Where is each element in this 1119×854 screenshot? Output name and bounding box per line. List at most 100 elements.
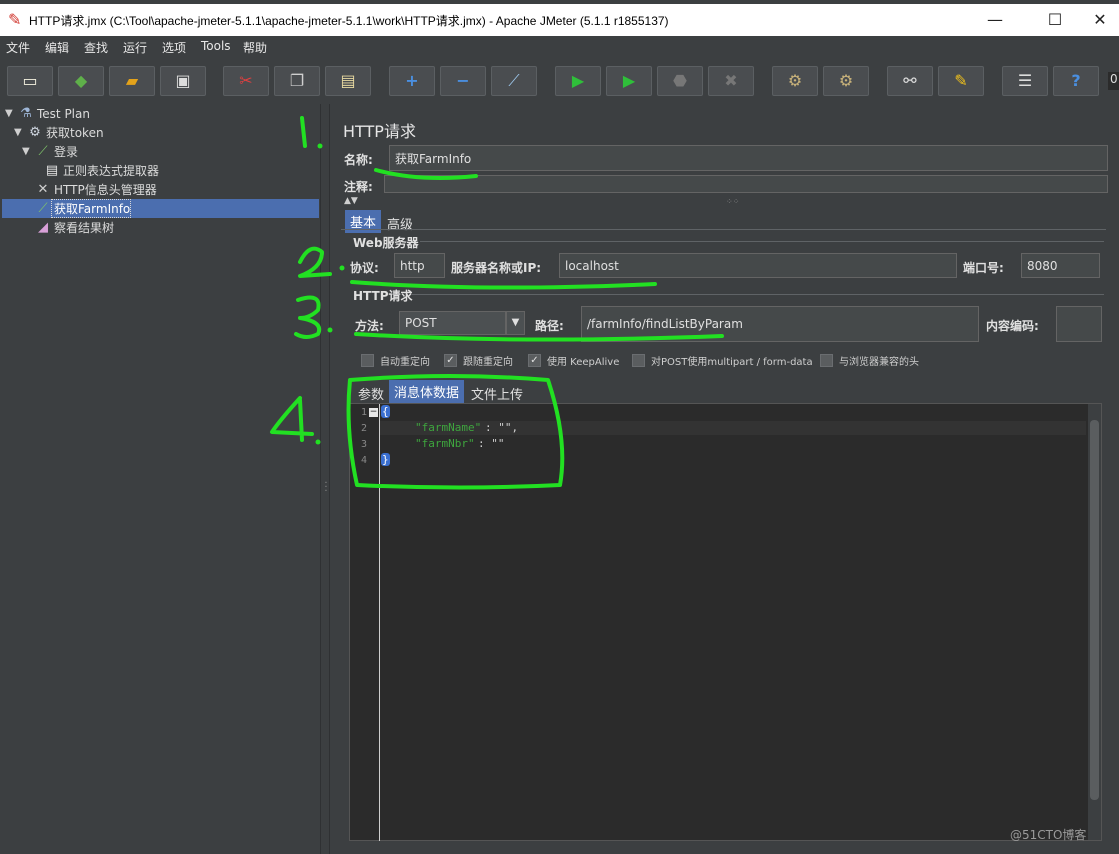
reset-search-icon: ✎ — [954, 71, 968, 90]
name-field[interactable]: 获取FarmInfo — [389, 145, 1108, 171]
search-button[interactable]: ⚯ — [887, 66, 933, 96]
reset-search-button[interactable]: ✎ — [938, 66, 984, 96]
method-select[interactable]: POST — [399, 311, 506, 335]
checkbox-box[interactable] — [632, 354, 645, 367]
protocol-label: 协议: — [350, 261, 379, 275]
minimize-button[interactable]: — — [975, 8, 1015, 32]
code-value-farmnbr: : "" — [478, 437, 505, 450]
menu-tools[interactable]: Tools — [201, 39, 231, 53]
templates-button[interactable]: ◆ — [58, 66, 104, 96]
menu-bar: 文件 编辑 查找 运行 选项 Tools 帮助 — [0, 36, 1119, 58]
tree-item-label: 登录 — [54, 145, 79, 159]
protocol-field[interactable]: http — [394, 253, 445, 278]
tree-item-label: 正则表达式提取器 — [63, 164, 160, 178]
tab-underline — [341, 229, 1106, 230]
tree-item-results-tree[interactable]: ◢ 察看结果树 — [34, 218, 304, 237]
gear-icon: ⚙ — [29, 125, 41, 140]
resize-grip-icon[interactable]: ⁘⁘ — [726, 197, 739, 206]
new-button[interactable]: ▭ — [7, 66, 53, 96]
comment-label: 注释: — [344, 180, 373, 194]
code-key-farmnbr: "farmNbr" — [415, 437, 475, 450]
checkbox-follow-redirects[interactable]: ✓ 跟随重定向 — [444, 353, 513, 368]
tab-file-upload[interactable]: 文件上传 — [466, 382, 528, 405]
server-field[interactable]: localhost — [559, 253, 957, 278]
tree-item-regex-extractor[interactable]: ▤ 正则表达式提取器 — [43, 161, 303, 180]
tab-body-data[interactable]: 消息体数据 — [389, 380, 465, 403]
checkbox-browser-headers[interactable]: 与浏览器兼容的头 — [820, 353, 919, 368]
collapse-all-button[interactable]: − — [440, 66, 486, 96]
templates-icon: ◆ — [74, 71, 88, 90]
expand-all-button[interactable]: + — [389, 66, 435, 96]
page-title: HTTP请求 — [343, 122, 416, 141]
stop-button[interactable]: ⬣ — [657, 66, 703, 96]
path-field[interactable]: /farmInfo/findListByParam — [581, 306, 979, 342]
start-button[interactable]: ▶ — [555, 66, 601, 96]
tab-parameters[interactable]: 参数 — [353, 382, 389, 405]
cut-button[interactable]: ✂ — [223, 66, 269, 96]
tree-item-get-farminfo[interactable]: ⟋ 获取FarmInfo — [2, 199, 319, 218]
menu-options[interactable]: 选项 — [162, 39, 186, 56]
chevron-down-icon[interactable]: ▼ — [506, 311, 525, 335]
open-button[interactable]: ▰ — [109, 66, 155, 96]
toggle-button[interactable]: ⟋ — [491, 66, 537, 96]
checkbox-keepalive[interactable]: ✓ 使用 KeepAlive — [528, 353, 619, 368]
collapse-arrows-icon[interactable]: ▲▼ — [344, 196, 358, 206]
menu-edit[interactable]: 编辑 — [45, 39, 69, 56]
collapse-toggle-icon[interactable]: ▼ — [22, 146, 34, 157]
save-icon: ▣ — [175, 71, 191, 90]
tree-item-login[interactable]: ▼ ⟋ 登录 — [22, 142, 302, 161]
maximize-button[interactable]: ☐ — [1035, 8, 1075, 32]
check-icon[interactable]: ✓ — [444, 354, 457, 367]
menu-file[interactable]: 文件 — [6, 39, 30, 56]
clear-all-icon: ⚙ — [838, 71, 854, 90]
tab-advanced[interactable]: 高级 — [382, 212, 418, 235]
web-server-group-title: Web服务器 — [353, 236, 419, 250]
port-field[interactable]: 8080 — [1021, 253, 1100, 278]
body-data-editor[interactable] — [349, 403, 1102, 841]
collapse-toggle-icon[interactable]: ▼ — [5, 108, 17, 119]
comment-field[interactable] — [384, 175, 1108, 193]
tree-item-test-plan[interactable]: ▼ ⚗ Test Plan — [5, 104, 305, 123]
check-icon[interactable]: ✓ — [528, 354, 541, 367]
function-helper-button[interactable]: ☰ — [1002, 66, 1048, 96]
toggle-icon: ⟋ — [508, 71, 520, 90]
paste-button[interactable]: ▤ — [325, 66, 371, 96]
drag-handle-icon[interactable]: · · · — [323, 479, 329, 497]
save-button[interactable]: ▣ — [160, 66, 206, 96]
tree-item-label: 获取FarmInfo — [50, 199, 132, 218]
collapse-toggle-icon[interactable]: ▼ — [14, 127, 26, 138]
http-request-group-title: HTTP请求 — [353, 289, 413, 303]
help-button[interactable]: ? — [1053, 66, 1099, 96]
checkbox-multipart[interactable]: 对POST使用multipart / form-data — [632, 353, 813, 368]
start-no-pause-button[interactable]: ▶ — [606, 66, 652, 96]
menu-run[interactable]: 运行 — [123, 39, 147, 56]
copy-button[interactable]: ❐ — [274, 66, 320, 96]
encoding-field[interactable] — [1056, 306, 1102, 342]
scrollbar-thumb[interactable] — [1090, 420, 1099, 800]
cut-icon: ✂ — [239, 71, 253, 90]
clear-all-button[interactable]: ⚙ — [823, 66, 869, 96]
tree-item-label: Test Plan — [37, 106, 90, 121]
menu-search[interactable]: 查找 — [84, 39, 108, 56]
checkbox-label: 对POST使用multipart / form-data — [651, 357, 813, 368]
tree-item-header-manager[interactable]: ✕ HTTP信息头管理器 — [34, 180, 304, 199]
flask-icon: ⚗ — [20, 106, 32, 121]
shutdown-button[interactable]: ✖ — [708, 66, 754, 96]
clear-icon: ⚙ — [787, 71, 803, 90]
checkbox-box[interactable] — [820, 354, 833, 367]
jmeter-feather-icon: ✎ — [8, 10, 22, 29]
menu-help[interactable]: 帮助 — [243, 39, 267, 56]
start-no-pause-icon: ▶ — [622, 71, 636, 90]
active-thread-counter: 0 — [1108, 72, 1119, 90]
checkbox-box[interactable] — [361, 354, 374, 367]
clear-button[interactable]: ⚙ — [772, 66, 818, 96]
code-key-farmname: "farmName" — [415, 421, 482, 434]
checkbox-auto-redirect[interactable]: 自动重定向 — [361, 353, 430, 368]
title-bar: ✎ HTTP请求.jmx (C:\Tool\apache-jmeter-5.1.… — [0, 0, 1119, 36]
line-number: 1 — [361, 407, 368, 418]
close-button[interactable]: ✕ — [1080, 8, 1119, 32]
fold-icon[interactable]: − — [369, 408, 378, 417]
tree-item-thread-group[interactable]: ▼ ⚙ 获取token — [14, 123, 304, 142]
chart-icon: ◢ — [38, 220, 48, 235]
tree-item-label: 获取token — [46, 126, 104, 140]
